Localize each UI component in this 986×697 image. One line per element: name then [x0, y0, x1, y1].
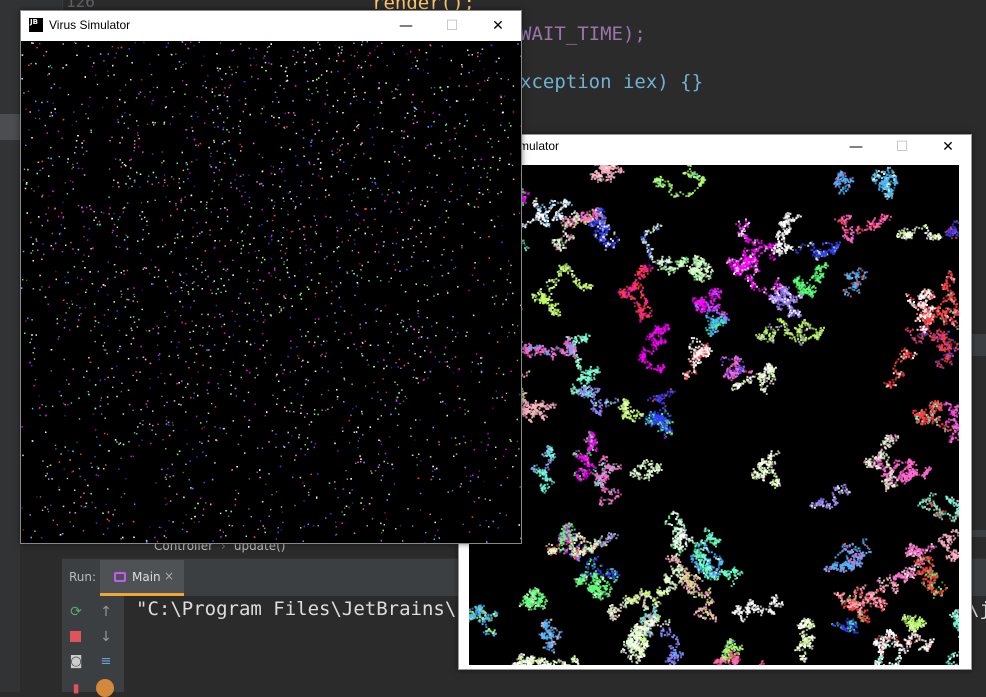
run-tab-close-icon[interactable]: × [164, 569, 174, 583]
run-tab-label: Main [132, 570, 161, 584]
window-back-titlebar[interactable]: mulator — ☐ ✕ [459, 135, 971, 161]
virus-simulator-window-back[interactable]: mulator — ☐ ✕ [458, 134, 972, 670]
virus-simulator-window-front[interactable]: JB Virus Simulator — ☐ ✕ [20, 10, 522, 544]
scroll-up-icon[interactable]: ↑ [98, 604, 114, 620]
minimize-icon[interactable]: — [383, 11, 429, 41]
soft-wrap-icon[interactable]: ≡ [98, 654, 114, 670]
stop-icon[interactable] [68, 629, 84, 645]
close-icon[interactable]: ✕ [925, 135, 971, 161]
ide-left-toolbar-selected[interactable] [0, 114, 20, 140]
camera-icon[interactable]: ◙ [68, 654, 84, 670]
code-line-wait-time[interactable]: WAIT_TIME); [520, 23, 646, 45]
run-tab-main[interactable]: Main × [100, 560, 184, 596]
console-toolbar: ⟳ ↑ ↓ ◙ ≡ ▮ [62, 596, 124, 692]
clustered-particles [469, 165, 959, 665]
scroll-down-icon[interactable]: ↓ [98, 629, 114, 645]
window-back-title: mulator [519, 139, 559, 153]
diffuse-particles [21, 41, 521, 543]
simulation-canvas-diffuse[interactable] [21, 41, 521, 543]
window-front-titlebar[interactable]: JB Virus Simulator — ☐ ✕ [21, 11, 521, 41]
run-label: Run: [69, 570, 96, 584]
plug-icon[interactable]: ▮ [68, 680, 84, 696]
window-front-title: Virus Simulator [49, 18, 130, 32]
ide-left-toolbar [0, 0, 20, 692]
close-icon[interactable]: ✕ [475, 11, 521, 41]
minimize-icon[interactable]: — [833, 135, 879, 161]
rerun-icon[interactable]: ⟳ [68, 604, 84, 620]
maximize-icon[interactable]: ☐ [429, 11, 475, 41]
run-config-icon [114, 572, 126, 582]
code-line-exception[interactable]: xception iex) {} [520, 71, 703, 93]
console-output-line: "C:\Program Files\JetBrains\I [136, 598, 468, 620]
jetbrains-logo-icon: JB [29, 18, 43, 32]
simulation-canvas-clustered[interactable] [469, 165, 959, 665]
maximize-icon[interactable]: ☐ [879, 135, 925, 161]
settings-avatar-icon[interactable] [96, 679, 112, 695]
